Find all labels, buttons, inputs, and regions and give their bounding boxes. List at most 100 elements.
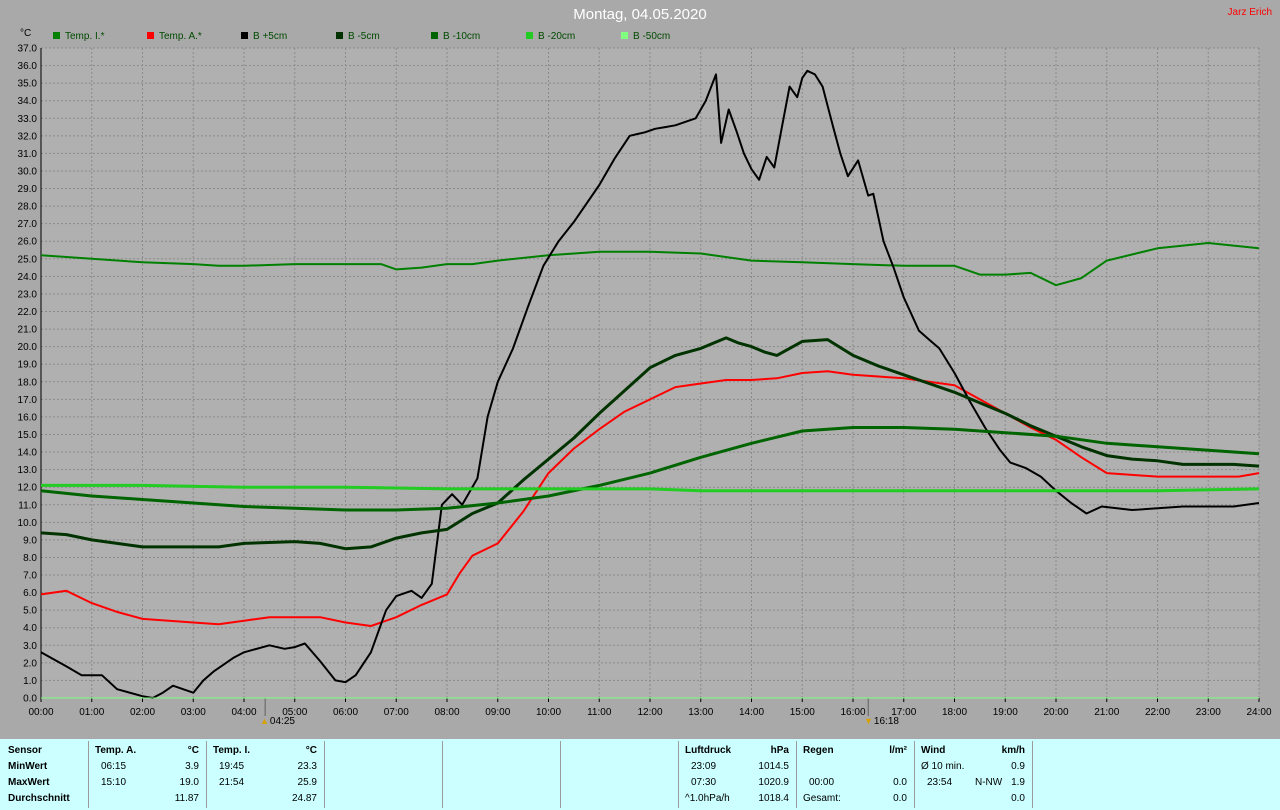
chart-legend: Temp. I.* Temp. A.* B +5cm B -5cm B -10c… <box>0 31 1280 45</box>
stats-row-min: MinWert <box>8 761 48 772</box>
sunset-marker: ▼16:18 <box>864 716 899 727</box>
y-tick-label: 27.0 <box>18 219 38 230</box>
stats-pressure-title: Luftdruck <box>685 745 732 756</box>
stats-wind-avg: 0.9 <box>1011 761 1025 772</box>
temperature-chart: 0.0 1.0 2.0 3.0 4.0 5.0 6.0 7.0 8.0 9.0 10.0 11.0 12… <box>18 28 1272 718</box>
y-tick-label: 26.0 <box>18 237 38 248</box>
y-tick-label: 23.0 <box>18 289 38 300</box>
stats-temp-a-max: 19.0 <box>179 777 199 788</box>
x-tick-label: 13:00 <box>688 707 713 718</box>
legend-item-b-minus-10: B -10cm <box>431 31 480 42</box>
stats-rain-title: Regen <box>803 745 834 756</box>
x-tick-label: 03:00 <box>181 707 206 718</box>
y-tick-label: 10.0 <box>18 518 38 529</box>
stats-wind-max-time: 23:54 <box>927 777 953 788</box>
y-tick-label: 3.0 <box>23 641 37 652</box>
y-tick-label: 8.0 <box>23 553 37 564</box>
legend-label: B +5cm <box>253 31 288 42</box>
stats-temp-a-min: 3.9 <box>185 761 199 772</box>
stats-temp-i-column: Temp. I. °C 19:45 23.3 21:54 25.9 24.87 <box>207 739 323 810</box>
stats-temp-a-column: Temp. A. °C 06:15 3.9 15:10 19.0 11.87 <box>89 739 205 810</box>
stats-divider <box>442 741 443 808</box>
legend-swatch <box>431 32 438 39</box>
x-tick-label: 09:00 <box>485 707 510 718</box>
stats-row-avg: Durchschnitt <box>8 793 70 804</box>
legend-item-b-minus-20: B -20cm <box>526 31 575 42</box>
x-tick-label: 15:00 <box>790 707 815 718</box>
x-tick-label: 20:00 <box>1043 707 1068 718</box>
y-tick-label: 36.0 <box>18 61 38 72</box>
stats-sensor-column: Sensor MinWert MaxWert Durchschnitt <box>0 739 88 810</box>
x-tick-label: 01:00 <box>79 707 104 718</box>
stats-rain-unit: l/m² <box>889 745 907 756</box>
stats-wind-avg-label: Ø 10 min. <box>921 761 965 772</box>
stats-pressure-max: 1020.9 <box>758 777 789 788</box>
y-tick-label: 4.0 <box>23 623 37 634</box>
y-tick-label: 22.0 <box>18 307 38 318</box>
sunrise-marker: ▲04:25 <box>260 716 295 727</box>
legend-label: Temp. A.* <box>159 31 202 42</box>
stats-temp-a-title: Temp. A. <box>95 745 137 756</box>
legend-label: B -20cm <box>538 31 576 42</box>
stats-temp-i-unit: °C <box>305 745 317 756</box>
x-tick-label: 22:00 <box>1145 707 1170 718</box>
x-tick-label: 23:00 <box>1196 707 1221 718</box>
stats-temp-a-min-time: 06:15 <box>101 761 127 772</box>
stats-sensor-title: Sensor <box>8 745 42 756</box>
x-tick-label: 16:00 <box>840 707 865 718</box>
stats-pressure-unit: hPa <box>770 745 789 756</box>
legend-swatch <box>241 32 248 39</box>
x-tick-label: 14:00 <box>739 707 764 718</box>
sunset-time: 16:18 <box>873 716 899 727</box>
x-tick-label: 21:00 <box>1094 707 1119 718</box>
sunrise-icon: ▲ <box>260 716 269 726</box>
legend-item-b-plus-5: B +5cm <box>241 31 287 42</box>
stats-temp-i-avg: 24.87 <box>291 793 317 804</box>
y-tick-label: 19.0 <box>18 360 38 371</box>
stats-temp-i-min-time: 19:45 <box>219 761 245 772</box>
y-tick-label: 0.0 <box>23 694 37 705</box>
y-tick-label: 17.0 <box>18 395 38 406</box>
stats-temp-a-unit: °C <box>187 745 199 756</box>
stats-rain-total: 0.0 <box>893 793 907 804</box>
y-tick-label: 24.0 <box>18 272 38 283</box>
y-tick-label: 13.0 <box>18 465 38 476</box>
x-tick-label: 24:00 <box>1246 707 1271 718</box>
legend-swatch <box>526 32 533 39</box>
y-tick-label: 12.0 <box>18 483 38 494</box>
legend-label: B -10cm <box>443 31 481 42</box>
x-tick-label: 19:00 <box>993 707 1018 718</box>
x-tick-label: 00:00 <box>28 707 53 718</box>
y-tick-label: 21.0 <box>18 325 38 336</box>
stats-wind-column: Wind km/h Ø 10 min. 0.9 23:54 N-NW 1.9 0… <box>915 739 1031 810</box>
author-label: Jarz Erich <box>1227 7 1272 18</box>
legend-label: B -50cm <box>633 31 671 42</box>
x-tick-label: 18:00 <box>942 707 967 718</box>
stats-rain-max: 0.0 <box>893 777 907 788</box>
y-tick-label: 14.0 <box>18 448 38 459</box>
y-tick-label: 32.0 <box>18 131 38 142</box>
legend-item-b-minus-5: B -5cm <box>336 31 380 42</box>
stats-pressure-min: 1014.5 <box>758 761 789 772</box>
y-tick-label: 1.0 <box>23 676 37 687</box>
stats-temp-a-max-time: 15:10 <box>101 777 127 788</box>
stats-temp-a-avg: 11.87 <box>174 793 199 804</box>
stats-divider <box>560 741 561 808</box>
chart-grid <box>40 47 1260 699</box>
stats-rain-time: 00:00 <box>809 777 835 788</box>
y-tick-label: 5.0 <box>23 606 37 617</box>
y-tick-label: 30.0 <box>18 166 38 177</box>
legend-swatch <box>53 32 60 39</box>
y-tick-label: 33.0 <box>18 114 38 125</box>
stats-row-max: MaxWert <box>8 777 50 788</box>
stats-pressure-trend: ^1.0hPa/h <box>685 793 730 804</box>
x-tick-label: 08:00 <box>434 707 459 718</box>
y-tick-label: 15.0 <box>18 430 38 441</box>
legend-item-temp-a: Temp. A.* <box>147 31 202 42</box>
legend-swatch <box>336 32 343 39</box>
y-tick-label: 34.0 <box>18 96 38 107</box>
y-tick-label: 2.0 <box>23 658 37 669</box>
stats-wind-title: Wind <box>921 745 946 756</box>
stats-temp-i-min: 23.3 <box>297 761 317 772</box>
stats-pressure-min-time: 23:09 <box>691 761 717 772</box>
